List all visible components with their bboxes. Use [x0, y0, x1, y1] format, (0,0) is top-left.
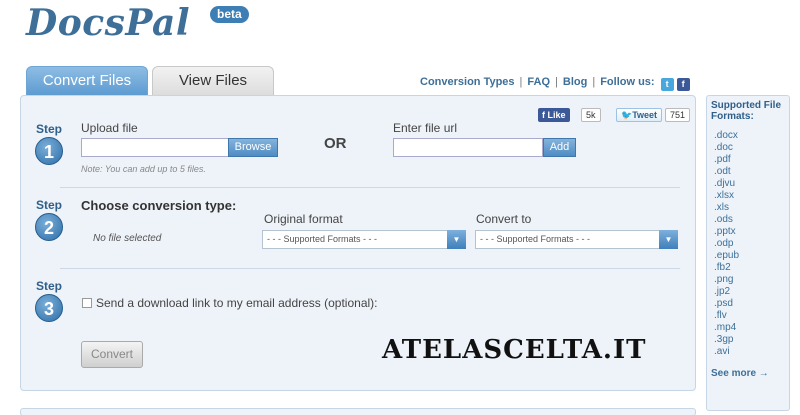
format-item[interactable]: .djvu — [714, 178, 739, 190]
facebook-icon[interactable]: f — [676, 78, 690, 91]
see-more-link[interactable]: See more → — [711, 368, 769, 379]
twitter-bird-icon: 🐦 — [621, 110, 633, 120]
format-item[interactable]: .pptx — [714, 226, 739, 238]
format-item[interactable]: .mp4 — [714, 322, 739, 334]
step-1-number: 1 — [35, 137, 63, 165]
format-item[interactable]: .flv — [714, 310, 739, 322]
format-item[interactable]: .pdf — [714, 154, 739, 166]
format-item[interactable]: .odt — [714, 166, 739, 178]
step-2-number: 2 — [35, 213, 63, 241]
chevron-down-icon[interactable]: ▼ — [659, 230, 678, 249]
format-item[interactable]: .png — [714, 274, 739, 286]
tweet-label: Tweet — [632, 110, 658, 120]
top-links: Conversion Types | FAQ | Blog | Follow us: tf — [420, 76, 690, 91]
format-item[interactable]: .odp — [714, 238, 739, 250]
convert-button[interactable]: Convert — [81, 341, 143, 368]
conversion-types-link[interactable]: Conversion Types — [420, 76, 515, 88]
beta-badge: beta — [210, 6, 249, 23]
docspal-logo[interactable]: DocsPal — [26, 2, 190, 44]
original-format-value: - - - Supported Formats - - - — [267, 234, 378, 244]
format-item[interactable]: .jp2 — [714, 286, 739, 298]
email-link-checkbox[interactable] — [82, 298, 92, 308]
format-item[interactable]: .xls — [714, 202, 739, 214]
conversion-type-title: Choose conversion type: — [81, 198, 237, 213]
link-separator: | — [555, 76, 558, 88]
upload-note: Note: You can add up to 5 files. — [81, 164, 206, 174]
format-item[interactable]: .epub — [714, 250, 739, 262]
bottom-panel-edge — [20, 408, 696, 415]
add-url-button[interactable]: Add — [543, 138, 576, 157]
convert-to-value: - - - Supported Formats - - - — [480, 234, 591, 244]
format-item[interactable]: .ods — [714, 214, 739, 226]
format-item[interactable]: .psd — [714, 298, 739, 310]
faq-link[interactable]: FAQ — [527, 76, 550, 88]
chevron-down-icon[interactable]: ▼ — [447, 230, 466, 249]
convert-to-select[interactable]: - - - Supported Formats - - - ▼ — [475, 230, 678, 249]
watermark-text: ATELASCELTA.IT — [382, 335, 647, 365]
format-item[interactable]: .doc — [714, 142, 739, 154]
format-item[interactable]: .fb2 — [714, 262, 739, 274]
tweet-button[interactable]: 🐦Tweet — [616, 108, 663, 122]
step-divider — [60, 268, 680, 269]
upload-file-label: Upload file — [81, 121, 138, 135]
link-separator: | — [592, 76, 596, 88]
format-item[interactable]: .3gp — [714, 334, 739, 346]
no-file-selected: No file selected — [93, 233, 162, 244]
like-label: Like — [547, 110, 566, 120]
upload-file-input[interactable] — [81, 138, 229, 157]
browse-button[interactable]: Browse — [228, 138, 278, 157]
format-item[interactable]: .docx — [714, 130, 739, 142]
original-format-label: Original format — [264, 212, 343, 226]
link-separator: | — [519, 76, 523, 88]
tab-view-files[interactable]: View Files — [152, 66, 274, 96]
formats-list: .docx .doc .pdf .odt .djvu .xlsx .xls .ods .pptx… — [714, 130, 739, 358]
blog-link[interactable]: Blog — [563, 76, 587, 88]
like-count: 5k — [581, 108, 601, 122]
original-format-select[interactable]: - - - Supported Formats - - - ▼ — [262, 230, 466, 249]
tab-convert-files[interactable]: Convert Files — [26, 66, 148, 96]
format-item[interactable]: .avi — [714, 346, 739, 358]
format-item[interactable]: .xlsx — [714, 190, 739, 202]
supported-formats-title: Supported File Formats: — [711, 100, 781, 122]
step-3-number: 3 — [35, 294, 63, 322]
convert-to-label: Convert to — [476, 212, 532, 226]
step-divider — [60, 187, 680, 188]
step-1-label: Step — [36, 122, 63, 136]
step-2-label: Step — [36, 198, 63, 212]
twitter-icon[interactable]: t — [660, 78, 674, 91]
supported-formats-sidebar: Supported File Formats: .docx .doc .pdf .od… — [706, 95, 790, 411]
follow-us-label: Follow us: — [600, 76, 655, 88]
facebook-like-button[interactable]: f Like — [538, 108, 570, 122]
tweet-count: 751 — [665, 108, 691, 122]
step-3-label: Step — [36, 279, 63, 293]
file-url-input[interactable] — [393, 138, 543, 157]
or-label: OR — [324, 135, 347, 152]
file-url-label: Enter file url — [393, 121, 458, 135]
email-link-label: Send a download link to my email address… — [96, 296, 378, 310]
